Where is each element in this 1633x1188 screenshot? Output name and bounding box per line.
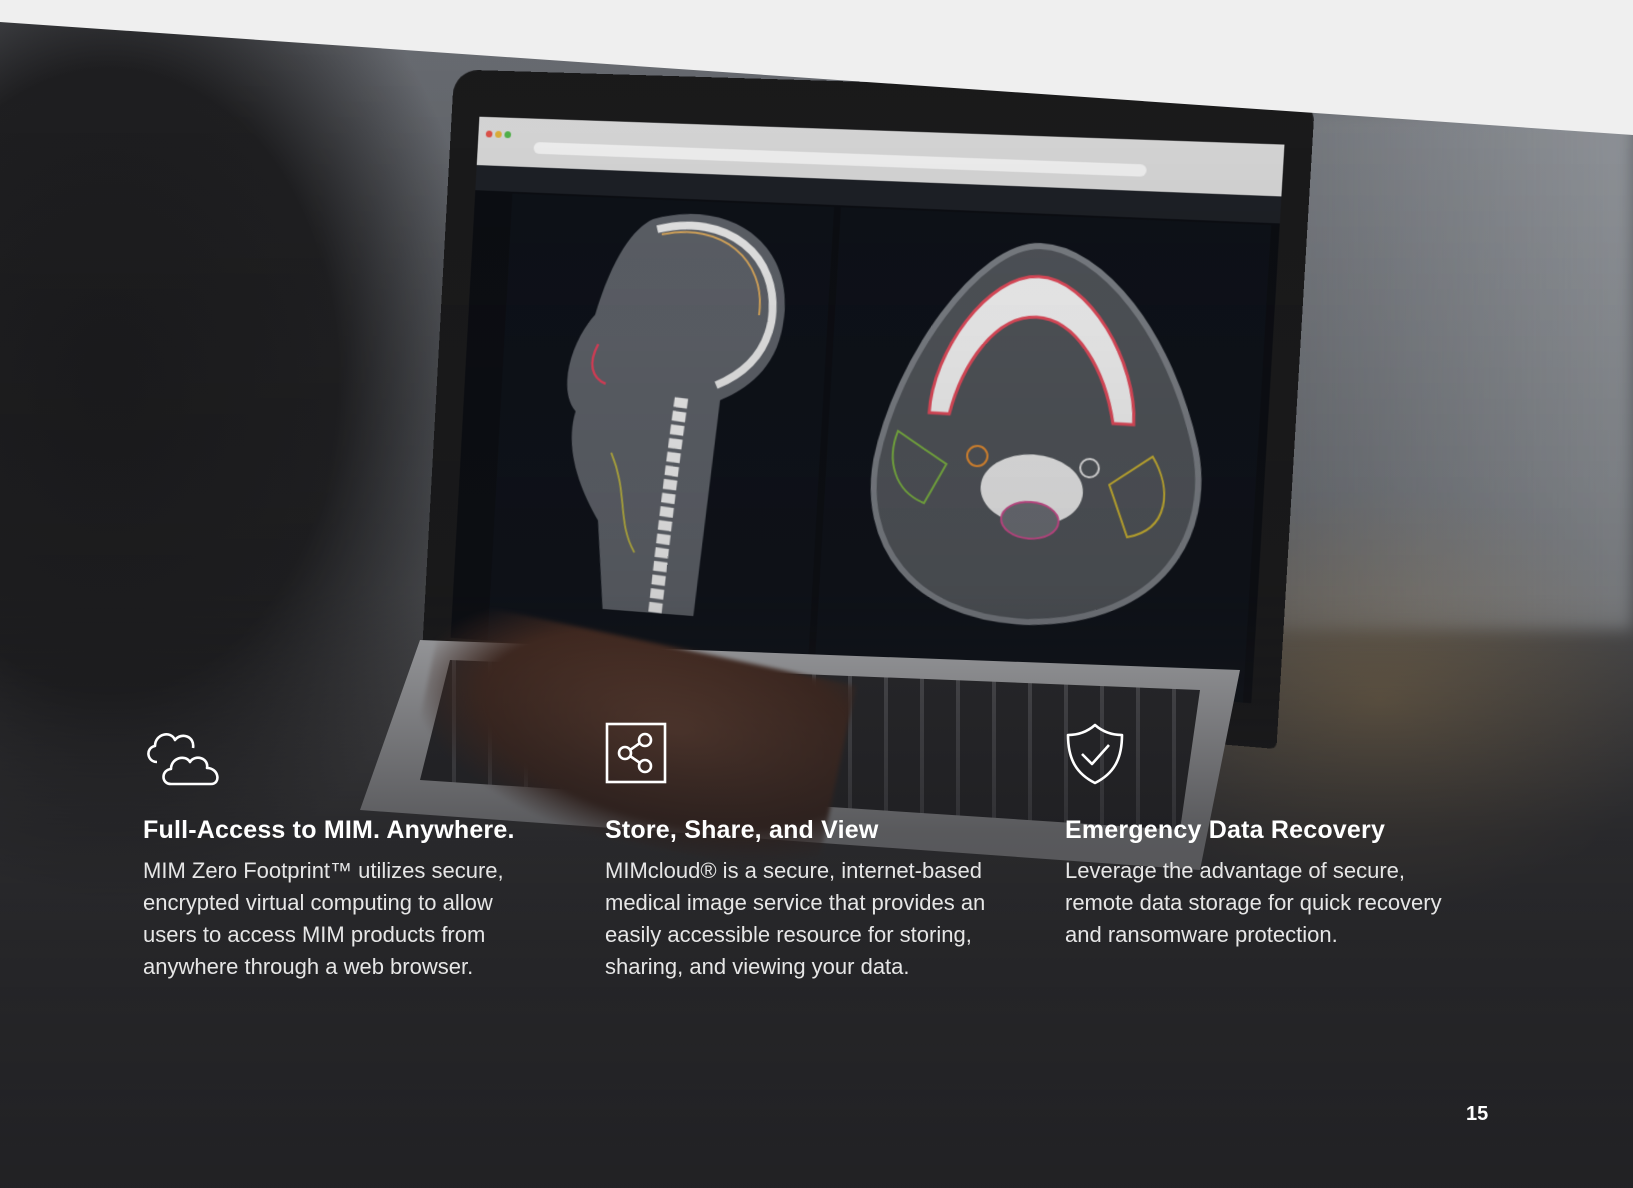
feature-body: MIMcloud® is a secure, internet-based me… <box>605 855 1005 983</box>
feature-emergency-recovery: Emergency Data Recovery Leverage the adv… <box>1065 722 1465 951</box>
feature-title: Store, Share, and View <box>605 816 1005 845</box>
share-icon <box>605 722 685 786</box>
feature-title: Emergency Data Recovery <box>1065 816 1465 845</box>
cloud-icon <box>143 722 223 786</box>
feature-body: Leverage the advantage of secure, remote… <box>1065 855 1465 951</box>
dark-overlay <box>0 0 1633 1188</box>
feature-body: MIM Zero Footprint™ utilizes secure, enc… <box>143 855 543 983</box>
feature-store-share: Store, Share, and View MIMcloud® is a se… <box>605 722 1005 983</box>
feature-title: Full-Access to MIM. Anywhere. <box>143 816 543 845</box>
shield-check-icon <box>1065 722 1145 786</box>
feature-full-access: Full-Access to MIM. Anywhere. MIM Zero F… <box>143 722 543 983</box>
page-number: 15 <box>1466 1103 1488 1126</box>
brochure-page: Full-Access to MIM. Anywhere. MIM Zero F… <box>0 0 1633 1188</box>
